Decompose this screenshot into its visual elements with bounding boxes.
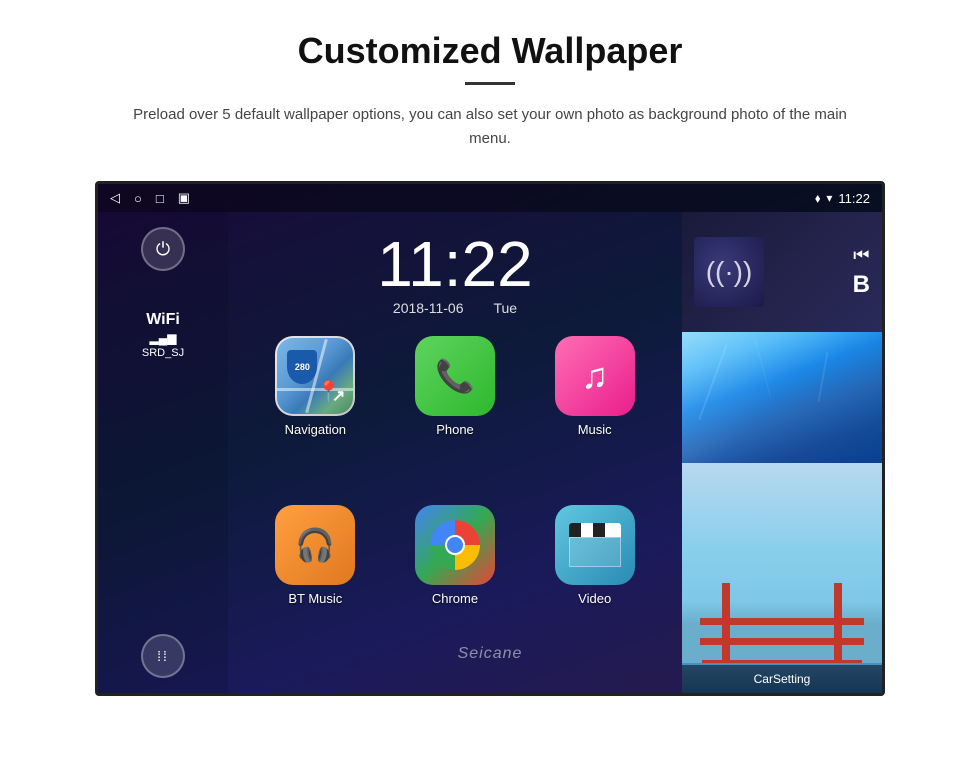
status-time: 11:22	[838, 191, 870, 206]
app-grid: 280 📍 ↗ Navigation	[228, 321, 682, 683]
main-content: ⏻ WiFi ▂▄▆ SRD_SJ ⁞⁞ 11:22	[98, 212, 882, 693]
video-clap-top	[569, 523, 621, 537]
apps-grid-button[interactable]: ⁞⁞	[141, 634, 185, 678]
page-container: Customized Wallpaper Preload over 5 defa…	[0, 0, 980, 716]
wifi-bars: ▂▄▆	[142, 331, 184, 345]
clock-date-value: 2018-11-06	[393, 300, 464, 316]
app-navigation[interactable]: 280 📍 ↗ Navigation	[248, 336, 383, 500]
bluetooth-icon: 🎧	[295, 526, 335, 564]
clap-stripe-4	[605, 523, 617, 537]
status-bar: ◁ ○ □ ▣ ⬧ ▾ 11:22	[98, 184, 882, 212]
page-description: Preload over 5 default wallpaper options…	[115, 103, 865, 151]
clock-day-value: Tue	[493, 300, 517, 316]
clock-time: 11:22	[228, 232, 682, 296]
music-note-icon: ♫	[581, 355, 608, 397]
location-icon: ⬧	[815, 191, 820, 206]
bridge-tower-left	[722, 583, 730, 663]
bt-app-icon: 🎧	[275, 505, 355, 585]
power-button[interactable]: ⏻	[141, 227, 185, 271]
title-divider	[465, 82, 515, 85]
media-wifi-icon: ((·))	[706, 256, 753, 288]
app-phone[interactable]: 📞 Phone	[388, 336, 523, 500]
android-screen: ◁ ○ □ ▣ ⬧ ▾ 11:22 ⏻ WiFi	[95, 181, 885, 696]
media-artwork: ((·))	[694, 237, 764, 307]
wifi-label: WiFi	[142, 311, 184, 329]
chrome-app-icon	[415, 505, 495, 585]
app-bt-music[interactable]: 🎧 BT Music	[248, 505, 383, 669]
nav-app-label: Navigation	[285, 422, 346, 437]
back-icon[interactable]: ◁	[110, 190, 120, 206]
app-chrome[interactable]: Chrome	[388, 505, 523, 669]
ice-wall-bg	[682, 332, 882, 463]
watermark-text: Seicane	[458, 645, 523, 662]
bridge-sky-bg	[682, 463, 882, 693]
watermark: Seicane	[458, 645, 523, 663]
video-clap-body	[569, 537, 621, 567]
carsetting-bar[interactable]: CarSetting	[682, 665, 882, 693]
carsetting-label: CarSetting	[754, 672, 811, 686]
clap-stripe-1	[569, 523, 581, 537]
nav-arrow: ↗	[332, 386, 345, 406]
apps-grid-icon: ⁞⁞	[157, 648, 169, 664]
media-letter-b: B	[853, 271, 870, 299]
phone-icon-glyph: 📞	[435, 357, 475, 395]
music-app-icon: ♫	[555, 336, 635, 416]
clock-date: 2018-11-06 Tue	[228, 300, 682, 316]
phone-app-label: Phone	[436, 422, 474, 437]
screenshot-icon[interactable]: ▣	[178, 190, 190, 206]
chrome-circle	[430, 520, 480, 570]
wifi-ssid: SRD_SJ	[142, 347, 184, 359]
sidebar-top: ⏻ WiFi ▂▄▆ SRD_SJ	[141, 227, 185, 359]
power-icon: ⏻	[156, 239, 170, 260]
video-app-label: Video	[578, 591, 611, 606]
video-clap	[569, 523, 621, 567]
left-sidebar: ⏻ WiFi ▂▄▆ SRD_SJ ⁞⁞	[98, 212, 228, 693]
bridge-tower-right	[834, 583, 842, 663]
clap-stripe-3	[593, 523, 605, 537]
video-app-icon	[555, 505, 635, 585]
right-panel: ((·)) ⏮ B	[682, 212, 882, 693]
center-area: 11:22 2018-11-06 Tue	[228, 212, 682, 693]
map-container: 280 📍 ↗	[277, 338, 353, 414]
nav-shield: 280	[287, 350, 317, 384]
shield-number: 280	[295, 362, 310, 372]
chrome-inner	[445, 535, 465, 555]
recents-icon[interactable]: □	[156, 191, 164, 206]
chrome-app-label: Chrome	[432, 591, 478, 606]
wallpaper-thumb-ice[interactable]	[682, 332, 882, 463]
bt-app-label: BT Music	[288, 591, 342, 606]
status-bar-left: ◁ ○ □ ▣	[110, 190, 190, 206]
clap-stripe-2	[581, 523, 593, 537]
app-music[interactable]: ♫ Music	[527, 336, 662, 500]
status-bar-right: ⬧ ▾ 11:22	[815, 191, 870, 206]
clock-section: 11:22 2018-11-06 Tue	[228, 222, 682, 321]
wifi-info: WiFi ▂▄▆ SRD_SJ	[142, 311, 184, 359]
app-video[interactable]: Video	[527, 505, 662, 669]
home-icon[interactable]: ○	[134, 191, 142, 206]
nav-app-icon: 280 📍 ↗	[275, 336, 355, 416]
media-controls: ⏮ B	[853, 245, 870, 299]
page-title: Customized Wallpaper	[60, 30, 920, 72]
music-app-label: Music	[578, 422, 612, 437]
phone-app-icon: 📞	[415, 336, 495, 416]
wifi-signal-icon: ▾	[826, 191, 832, 205]
wallpaper-thumb-bridge[interactable]	[682, 463, 882, 693]
media-prev-icon[interactable]: ⏮	[853, 245, 869, 266]
media-widget: ((·)) ⏮ B	[682, 212, 882, 332]
ice-overlay	[682, 332, 882, 463]
